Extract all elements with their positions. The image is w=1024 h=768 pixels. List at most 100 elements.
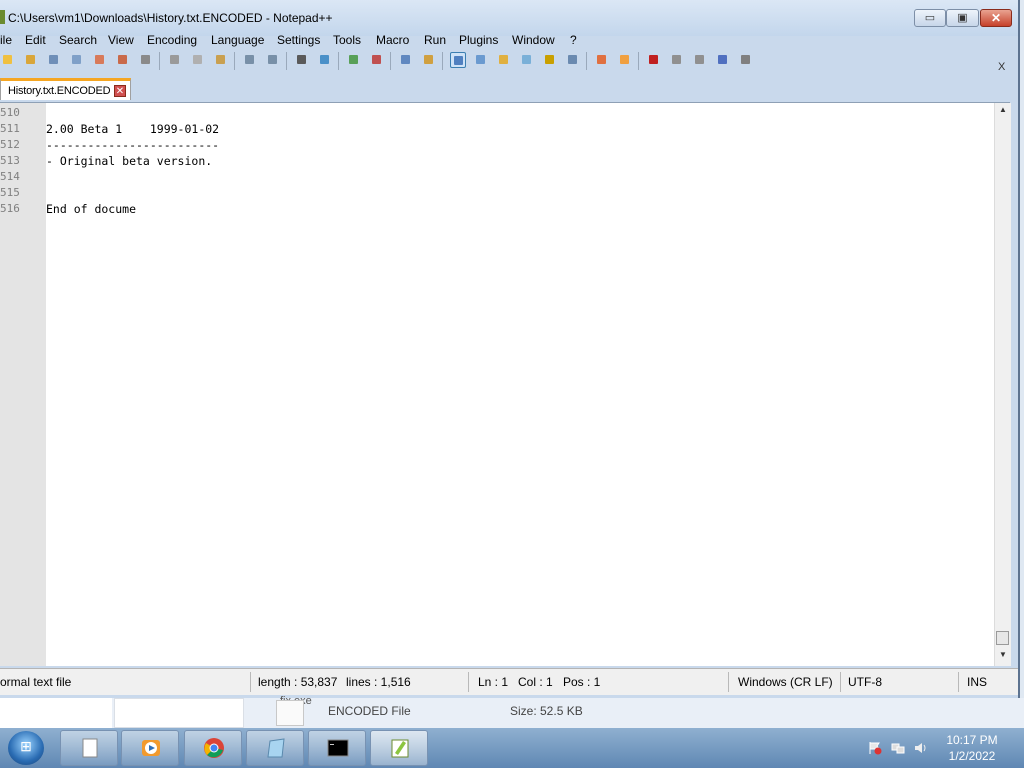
sync-horizontal-icon-glyph xyxy=(424,55,433,64)
doc-map-icon-glyph xyxy=(545,55,554,64)
menu-help[interactable]: ? xyxy=(570,33,577,47)
undo-icon[interactable] xyxy=(242,52,258,68)
tab-history-encoded[interactable]: History.txt.ENCODED ✕ xyxy=(0,78,131,100)
toolbar-separator xyxy=(442,52,443,70)
network-icon[interactable] xyxy=(891,741,905,755)
volume-icon[interactable] xyxy=(914,741,928,755)
scroll-thumb[interactable] xyxy=(996,631,1009,645)
new-file-icon-glyph xyxy=(3,55,12,64)
save-icon[interactable] xyxy=(46,52,62,68)
scroll-up-icon[interactable]: ▲ xyxy=(995,105,1011,119)
file-explorer-icon xyxy=(82,738,98,758)
menu-bar: ile Edit Search View Encoding Language S… xyxy=(0,30,1018,73)
explorer-selected-item[interactable]: fix.exe xyxy=(114,695,312,728)
play-macro-icon[interactable] xyxy=(692,52,708,68)
save-macro-icon-glyph xyxy=(741,55,750,64)
vertical-scrollbar[interactable]: ▲ ▼ xyxy=(994,103,1011,666)
code-line[interactable]: 2.00 Beta 1 1999-01-02 xyxy=(46,121,219,137)
function-list-icon[interactable] xyxy=(565,52,581,68)
user-defined-lang-icon[interactable] xyxy=(519,52,535,68)
menu-language[interactable]: Language xyxy=(211,33,264,47)
word-wrap-icon[interactable] xyxy=(450,52,466,68)
code-line[interactable]: End of docume xyxy=(46,201,136,217)
status-length: length : 53,837 xyxy=(258,675,338,689)
save-all-icon-glyph xyxy=(72,55,81,64)
line-number: 515 xyxy=(0,186,20,199)
minimize-icon: ▭ xyxy=(924,12,936,24)
taskbar-notepad-plus-plus[interactable] xyxy=(370,730,428,766)
menu-tools[interactable]: Tools xyxy=(333,33,361,47)
toolbar-separator xyxy=(286,52,287,70)
monitoring-icon[interactable] xyxy=(617,52,633,68)
file-size-label: Size: 52.5 KB xyxy=(510,704,583,718)
tab-label: History.txt.ENCODED xyxy=(8,85,111,97)
maximize-icon: ▣ xyxy=(957,12,968,24)
taskbar-file-explorer[interactable] xyxy=(60,730,118,766)
status-file-type: ormal text file xyxy=(0,675,72,689)
taskbar: ⊞ 10:17 PM 1/2/2022 xyxy=(0,728,1024,768)
sync-vertical-icon[interactable] xyxy=(398,52,414,68)
code-line[interactable]: - Original beta version. xyxy=(46,153,212,169)
close-icon[interactable] xyxy=(92,52,108,68)
notepad-plus-plus-icon xyxy=(391,739,409,758)
maximize-button[interactable]: ▣ xyxy=(946,9,979,27)
copy-icon[interactable] xyxy=(190,52,206,68)
menu-edit[interactable]: Edit xyxy=(25,33,46,47)
menu-search[interactable]: Search xyxy=(59,33,97,47)
menu-view[interactable]: View xyxy=(108,33,134,47)
menu-window[interactable]: Window xyxy=(512,33,555,47)
sync-horizontal-icon[interactable] xyxy=(421,52,437,68)
menu-settings[interactable]: Settings xyxy=(277,33,320,47)
print-icon[interactable] xyxy=(138,52,154,68)
menu-macro[interactable]: Macro xyxy=(376,33,409,47)
status-divider xyxy=(728,672,729,692)
taskbar-notepad[interactable] xyxy=(246,730,304,766)
replace-icon[interactable] xyxy=(317,52,333,68)
save-macro-icon[interactable] xyxy=(738,52,754,68)
run-macro-multiple-icon[interactable] xyxy=(715,52,731,68)
clock-date[interactable]: 1/2/2022 xyxy=(930,749,1014,763)
action-center-icon[interactable] xyxy=(868,741,882,755)
record-macro-icon[interactable] xyxy=(646,52,662,68)
new-file-icon[interactable] xyxy=(0,52,16,68)
cut-icon-glyph xyxy=(170,55,179,64)
taskbar-cmd[interactable] xyxy=(308,730,366,766)
menu-plugins[interactable]: Plugins xyxy=(459,33,498,47)
minimize-button[interactable]: ▭ xyxy=(914,9,946,27)
status-divider xyxy=(250,672,251,692)
zoom-in-icon[interactable] xyxy=(346,52,362,68)
redo-icon[interactable] xyxy=(265,52,281,68)
folder-as-workspace-icon[interactable] xyxy=(594,52,610,68)
menu-file[interactable]: ile xyxy=(0,33,12,47)
close-all-icon[interactable] xyxy=(115,52,131,68)
copy-icon-glyph xyxy=(193,55,202,64)
tab-close-icon[interactable]: ✕ xyxy=(114,85,126,97)
paste-icon-glyph xyxy=(216,55,225,64)
editor-area[interactable]: 510 511 512 513 514 515 516 2.00 Beta 1 … xyxy=(0,102,1011,666)
doc-map-icon[interactable] xyxy=(542,52,558,68)
cut-icon[interactable] xyxy=(167,52,183,68)
open-file-icon[interactable] xyxy=(23,52,39,68)
menu-encoding[interactable]: Encoding xyxy=(147,33,197,47)
close-button[interactable]: ✕ xyxy=(980,9,1012,27)
media-player-icon xyxy=(142,740,160,756)
line-number: 510 xyxy=(0,106,20,119)
user-defined-lang-icon-glyph xyxy=(522,55,531,64)
save-all-icon[interactable] xyxy=(69,52,85,68)
zoom-out-icon[interactable] xyxy=(369,52,385,68)
start-button[interactable]: ⊞ xyxy=(8,731,44,765)
paste-icon[interactable] xyxy=(213,52,229,68)
code-line[interactable]: ------------------------- xyxy=(46,137,219,153)
show-all-chars-icon[interactable] xyxy=(473,52,489,68)
scroll-down-icon[interactable]: ▼ xyxy=(995,650,1011,664)
menu-run[interactable]: Run xyxy=(424,33,446,47)
indent-guide-icon[interactable] xyxy=(496,52,512,68)
find-icon[interactable] xyxy=(294,52,310,68)
taskbar-media-player[interactable] xyxy=(121,730,179,766)
stop-record-icon[interactable] xyxy=(669,52,685,68)
status-encoding: UTF-8 xyxy=(848,675,882,689)
replace-icon-glyph xyxy=(320,55,329,64)
clock-time[interactable]: 10:17 PM xyxy=(930,733,1014,747)
taskbar-chrome[interactable] xyxy=(184,730,242,766)
toolbar-separator xyxy=(159,52,160,70)
